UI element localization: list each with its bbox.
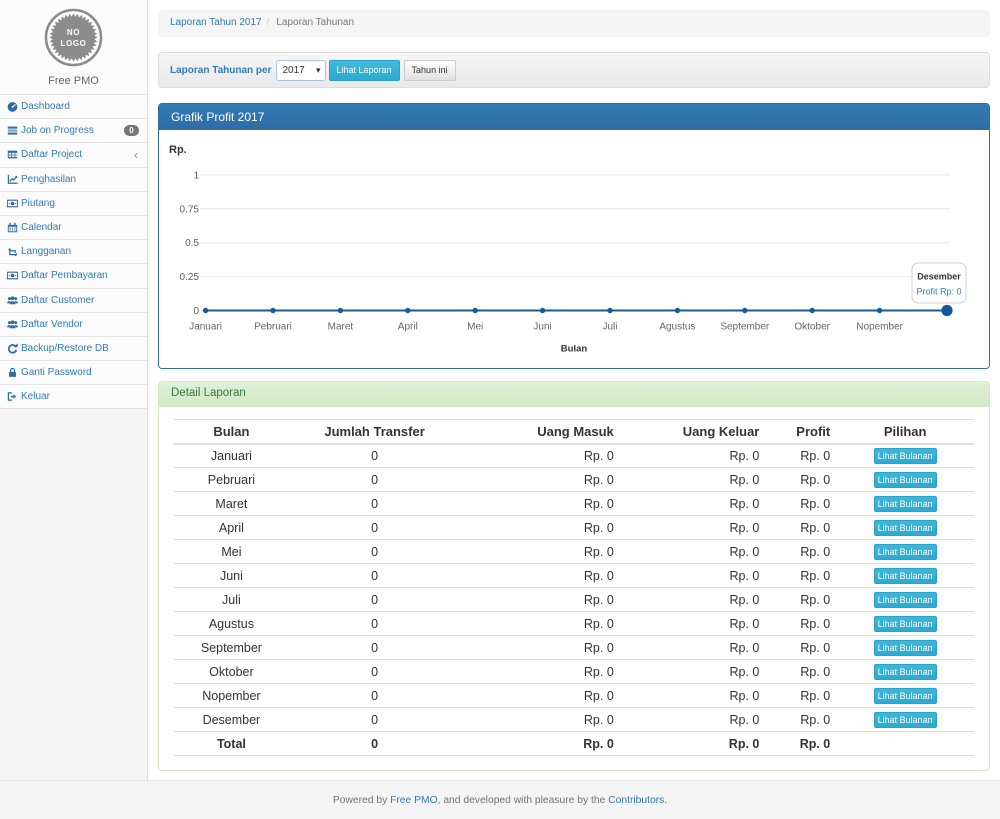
svg-text:Agustus: Agustus: [659, 322, 695, 333]
svg-text:1: 1: [193, 170, 199, 181]
svg-text:0.5: 0.5: [185, 238, 199, 249]
svg-text:September: September: [720, 322, 770, 333]
svg-text:0.75: 0.75: [180, 204, 200, 215]
svg-text:Mei: Mei: [467, 322, 483, 333]
svg-text:Maret: Maret: [328, 322, 354, 333]
svg-text:April: April: [398, 322, 418, 333]
svg-text:Nopember: Nopember: [856, 322, 903, 333]
svg-text:Juni: Juni: [533, 322, 551, 333]
svg-text:Januari: Januari: [189, 322, 222, 333]
svg-text:LOGO: LOGO: [61, 39, 87, 48]
svg-text:Desember: Desember: [917, 272, 961, 282]
svg-text:Oktober: Oktober: [794, 322, 830, 333]
svg-text:Juli: Juli: [602, 322, 617, 333]
svg-text:0: 0: [193, 306, 199, 317]
svg-text:Profit Rp: 0: Profit Rp: 0: [916, 287, 961, 297]
svg-text:Bulan: Bulan: [561, 344, 588, 355]
svg-text:0.25: 0.25: [180, 272, 200, 283]
svg-text:NO: NO: [67, 28, 80, 37]
svg-text:Pebruari: Pebruari: [254, 322, 292, 333]
svg-text:Rp.: Rp.: [169, 144, 187, 156]
